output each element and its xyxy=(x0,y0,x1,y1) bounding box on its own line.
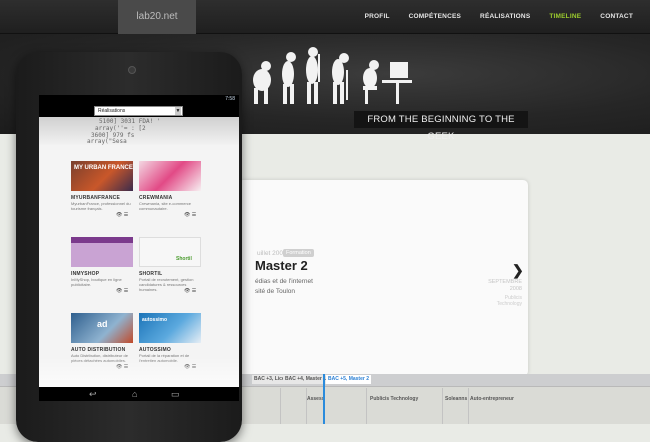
status-time: 7:58 xyxy=(225,96,235,102)
project-thumbnail xyxy=(71,237,133,267)
nav-competences[interactable]: COMPÉTENCES xyxy=(409,13,461,20)
code-banner-image: 5100] 3031 FDA! ' array(''= : [2 3600] 9… xyxy=(39,117,239,145)
timeline-current-marker xyxy=(323,374,325,424)
hero-tagline: FROM THE BEGINNING TO THE GEEK xyxy=(354,111,528,142)
camera-icon xyxy=(128,66,136,74)
evolution-illustration xyxy=(253,47,412,104)
next-entry-label-b: Technology xyxy=(496,301,522,307)
timeline-detail-panel: uillet 2008 Formation Master 2 édias et … xyxy=(238,180,528,376)
timeline-item[interactable]: Soleanns xyxy=(445,396,467,402)
card-actions: 👁 ☰ xyxy=(116,288,128,294)
entry-description-line1: édias et de l'internet xyxy=(255,278,313,285)
timeline-cell-selected[interactable]: BAC +5, Master 2 xyxy=(326,375,371,384)
site-logo[interactable]: lab20.net xyxy=(118,0,196,34)
next-entry-arrow-icon[interactable]: ❯ xyxy=(512,262,524,279)
card-actions: 👁 ☰ xyxy=(184,212,196,218)
entry-description-line2: sité de Toulon xyxy=(255,288,295,295)
timeline-cell[interactable]: BAC +4, Master 1 xyxy=(283,375,328,384)
nav-timeline[interactable]: TIMELINE xyxy=(549,13,581,20)
project-description: Crewmania, site e-commerce communautaire… xyxy=(139,201,192,211)
next-entry-year: 2008 xyxy=(509,286,522,292)
thumbnail-text: Shortil xyxy=(176,256,192,262)
code-line: array(''= : [2 xyxy=(95,125,146,132)
timeline-gridline xyxy=(280,388,281,424)
project-thumbnail: MY URBAN FRANCE xyxy=(71,161,133,191)
project-thumbnail xyxy=(139,161,201,191)
home-icon[interactable]: ⌂ xyxy=(132,389,137,399)
project-description: MyurbanFrance, professionnel du tourisme… xyxy=(71,201,131,211)
timeline-item[interactable]: Publicis Technology xyxy=(370,396,418,402)
back-icon[interactable]: ↩ xyxy=(89,389,97,400)
chevron-down-icon: ▼ xyxy=(175,107,181,115)
entry-badge: Formation xyxy=(283,249,314,257)
main-nav: PROFIL COMPÉTENCES RÉALISATIONS TIMELINE… xyxy=(365,0,633,33)
timeline-gridline xyxy=(442,388,443,424)
project-description: InMyShop, boutique en ligne publicitaire… xyxy=(71,277,122,287)
section-select-value: Réalisations xyxy=(98,108,126,114)
view-icon[interactable]: 👁 xyxy=(184,212,190,218)
card-actions: 👁 ☰ xyxy=(184,288,196,294)
card-actions: 👁 ☰ xyxy=(116,212,128,218)
timeline-item[interactable]: Auto-entrepreneur xyxy=(470,396,514,402)
view-icon[interactable]: 👁 xyxy=(116,212,122,218)
status-bar: 7:58 xyxy=(39,95,239,103)
screen-fade xyxy=(39,357,239,387)
nav-realisations[interactable]: RÉALISATIONS xyxy=(480,13,530,20)
timeline-item[interactable]: Assess xyxy=(307,396,325,402)
project-thumbnail: autossimo xyxy=(139,313,201,343)
nav-profil[interactable]: PROFIL xyxy=(365,13,390,20)
timeline-gridline xyxy=(366,388,367,424)
thumbnail-text: MY URBAN FRANCE xyxy=(74,165,133,171)
timeline-gridline xyxy=(306,388,307,424)
timeline-gridline xyxy=(468,388,469,424)
view-icon[interactable]: 👁 xyxy=(184,288,190,294)
project-thumbnail: Shortil xyxy=(139,237,201,267)
code-line: array("Sesa xyxy=(87,138,127,145)
list-icon[interactable]: ☰ xyxy=(192,212,196,218)
android-nav-bar: ↩ ⌂ ▭ xyxy=(39,387,239,401)
list-icon[interactable]: ☰ xyxy=(124,288,128,294)
entry-title: Master 2 xyxy=(255,258,308,273)
thumbnail-text: autossimo xyxy=(142,317,168,323)
section-select[interactable]: Réalisations ▼ xyxy=(94,106,183,116)
recent-apps-icon[interactable]: ▭ xyxy=(171,389,180,400)
tablet-screen: 7:58 Réalisations ▼ 5100] 3031 FDA! ' ar… xyxy=(39,95,239,387)
view-icon[interactable]: 👁 xyxy=(116,288,122,294)
project-thumbnail: ad xyxy=(71,313,133,343)
thumbnail-text: ad xyxy=(97,319,108,329)
list-icon[interactable]: ☰ xyxy=(192,288,196,294)
list-icon[interactable]: ☰ xyxy=(124,212,128,218)
app-header: Réalisations ▼ xyxy=(39,103,239,117)
top-navigation: lab20.net PROFIL COMPÉTENCES RÉALISATION… xyxy=(0,0,650,34)
code-line: 5100] 3031 FDA! ' xyxy=(99,118,161,125)
next-entry-month: SEPTEMBRE xyxy=(488,279,522,285)
nav-contact[interactable]: CONTACT xyxy=(600,13,633,20)
